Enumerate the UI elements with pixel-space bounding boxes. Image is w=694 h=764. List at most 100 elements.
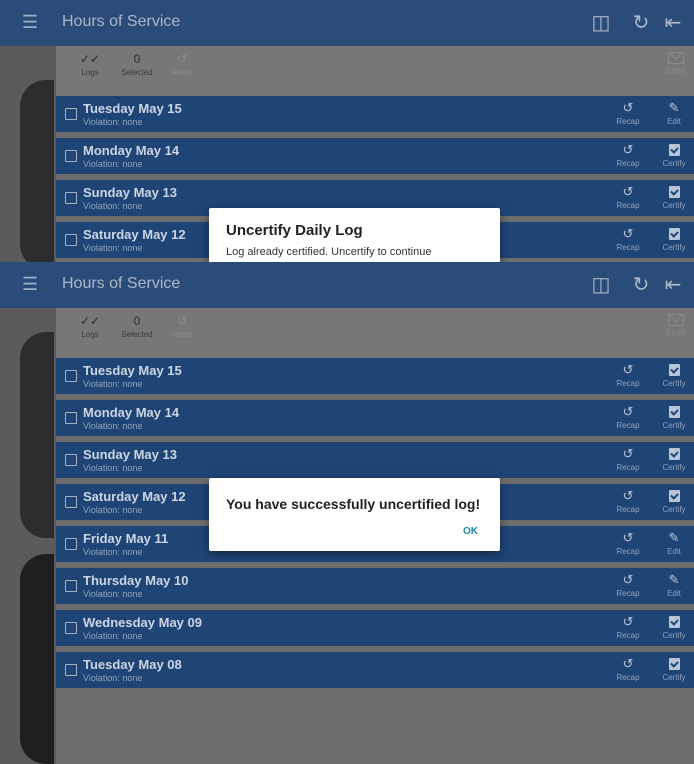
recap-button[interactable]: ↺ Recap <box>612 614 644 640</box>
certify-button[interactable]: Certify <box>658 142 690 168</box>
reset-button[interactable]: ↺ Reset <box>164 314 200 339</box>
certify-icon <box>658 656 690 672</box>
history-icon: ↺ <box>622 100 634 115</box>
top-screen: ☰ Hours of Service ◫ ↻ ⇤ ✓✓ Logs 0 Selec… <box>0 0 694 262</box>
row-checkbox[interactable] <box>65 664 77 676</box>
log-row[interactable]: Monday May 14 Violation: none ↺ Recap Certif… <box>56 400 694 436</box>
log-date: Saturday May 12 <box>83 489 186 504</box>
refresh-icon[interactable]: ↻ <box>628 272 654 298</box>
transfer-icon[interactable]: ◫ <box>588 10 614 36</box>
log-row[interactable]: Sunday May 13 Violation: none ↺ Recap Certif… <box>56 442 694 478</box>
certify-button[interactable]: Certify <box>658 226 690 252</box>
email-button[interactable]: Email <box>666 52 686 75</box>
menu-icon[interactable]: ☰ <box>22 12 42 32</box>
history-icon: ↺ <box>622 614 634 629</box>
certify-button[interactable]: Certify <box>658 362 690 388</box>
edit-button[interactable]: ✎ Edit <box>658 530 690 556</box>
history-icon: ↺ <box>622 184 634 199</box>
recap-button[interactable]: ↺ Recap <box>612 184 644 210</box>
app-title: Hours of Service <box>62 13 181 30</box>
logs-tool[interactable]: ✓✓ Logs <box>70 314 110 339</box>
row-checkbox[interactable] <box>65 108 77 120</box>
edit-button[interactable]: ✎ Edit <box>658 572 690 598</box>
history-icon: ↺ <box>622 226 634 241</box>
log-date: Sunday May 13 <box>83 185 177 200</box>
row-checkbox[interactable] <box>65 454 77 466</box>
certify-icon <box>658 488 690 504</box>
recap-button[interactable]: ↺ Recap <box>612 226 644 252</box>
log-row[interactable]: Tuesday May 15 Violation: none ↺ Recap Certi… <box>56 358 694 394</box>
violation-status: Violation: none <box>83 159 143 169</box>
certify-icon <box>658 226 690 242</box>
edit-button[interactable]: ✎ Edit <box>658 100 690 126</box>
history-icon: ↺ <box>622 488 634 503</box>
recap-button[interactable]: ↺ Recap <box>612 142 644 168</box>
row-checkbox[interactable] <box>65 496 77 508</box>
log-row[interactable]: Monday May 14 Violation: none ↺ Recap Certif… <box>56 138 694 174</box>
certify-button[interactable]: Certify <box>658 404 690 430</box>
recap-button[interactable]: ↺ Recap <box>612 446 644 472</box>
logs-toolbar: ✓✓ Logs 0 Selected ↺ Reset Email <box>56 308 694 358</box>
transfer-icon[interactable]: ◫ <box>588 272 614 298</box>
log-row[interactable]: Wednesday May 09 Violation: none ↺ Recap Cer… <box>56 610 694 646</box>
certify-icon <box>658 362 690 378</box>
logout-icon[interactable]: ⇤ <box>660 272 686 298</box>
history-icon: ↺ <box>622 362 634 377</box>
log-row[interactable]: Thursday May 10 Violation: none ↺ Recap ✎ Edi… <box>56 568 694 604</box>
history-icon: ↺ <box>622 404 634 419</box>
row-checkbox[interactable] <box>65 538 77 550</box>
log-row[interactable]: Tuesday May 15 Violation: none ↺ Recap ✎ Edit <box>56 96 694 132</box>
certify-icon <box>658 142 690 158</box>
recap-button[interactable]: ↺ Recap <box>612 530 644 556</box>
violation-status: Violation: none <box>83 589 143 599</box>
pencil-icon: ✎ <box>668 572 680 587</box>
row-checkbox[interactable] <box>65 412 77 424</box>
logout-icon[interactable]: ⇤ <box>660 10 686 36</box>
recap-button[interactable]: ↺ Recap <box>612 488 644 514</box>
violation-status: Violation: none <box>83 379 143 389</box>
recap-button[interactable]: ↺ Recap <box>612 572 644 598</box>
selected-tool: 0 Selected <box>121 314 153 339</box>
violation-status: Violation: none <box>83 421 143 431</box>
row-checkbox[interactable] <box>65 370 77 382</box>
violation-status: Violation: none <box>83 243 143 253</box>
history-icon: ↺ <box>622 572 634 587</box>
refresh-icon[interactable]: ↻ <box>628 10 654 36</box>
email-button[interactable]: Email <box>666 314 686 337</box>
log-date: Sunday May 13 <box>83 447 177 462</box>
app-bar: ☰ Hours of Service ◫ ↻ ⇤ <box>0 262 694 308</box>
left-rail <box>0 308 56 764</box>
row-checkbox[interactable] <box>65 622 77 634</box>
log-date: Wednesday May 09 <box>83 615 202 630</box>
recap-button[interactable]: ↺ Recap <box>612 100 644 126</box>
certify-button[interactable]: Certify <box>658 446 690 472</box>
violation-status: Violation: none <box>83 673 143 683</box>
menu-icon[interactable]: ☰ <box>22 274 42 294</box>
history-icon: ↺ <box>622 446 634 461</box>
history-icon: ↺ <box>622 656 634 671</box>
certify-button[interactable]: Certify <box>658 614 690 640</box>
certify-button[interactable]: Certify <box>658 656 690 682</box>
certify-icon <box>658 446 690 462</box>
row-checkbox[interactable] <box>65 580 77 592</box>
logs-tool[interactable]: ✓✓ Logs <box>70 52 110 77</box>
row-checkbox[interactable] <box>65 192 77 204</box>
log-date: Tuesday May 15 <box>83 363 182 378</box>
recap-button[interactable]: ↺ Recap <box>612 404 644 430</box>
violation-status: Violation: none <box>83 463 143 473</box>
certify-button[interactable]: Certify <box>658 184 690 210</box>
check-all-icon: ✓✓ <box>79 52 101 66</box>
bottom-screen: ☰ Hours of Service ◫ ↻ ⇤ ✓✓ Logs 0 Selec… <box>0 262 694 764</box>
recap-button[interactable]: ↺ Recap <box>612 362 644 388</box>
reset-button[interactable]: ↺ Reset <box>164 52 200 77</box>
recap-button[interactable]: ↺ Recap <box>612 656 644 682</box>
certify-button[interactable]: Certify <box>658 488 690 514</box>
app-title: Hours of Service <box>62 275 181 292</box>
violation-status: Violation: none <box>83 631 143 641</box>
row-checkbox[interactable] <box>65 234 77 246</box>
ok-button[interactable]: OK <box>463 526 478 537</box>
dialog-title: You have successfully uncertified log! <box>226 496 481 512</box>
log-date: Friday May 11 <box>83 531 169 546</box>
row-checkbox[interactable] <box>65 150 77 162</box>
log-row[interactable]: Tuesday May 08 Violation: none ↺ Recap Certi… <box>56 652 694 688</box>
